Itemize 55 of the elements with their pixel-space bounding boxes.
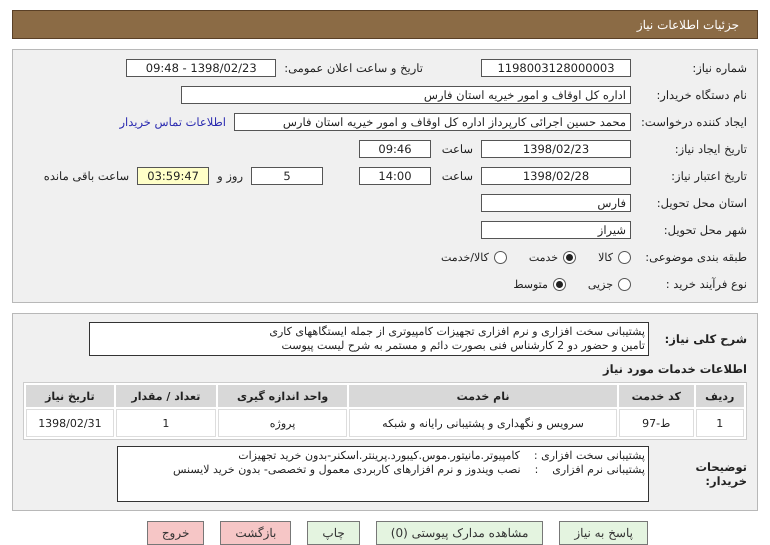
- table-cell: پروژه: [218, 409, 348, 437]
- action-button[interactable]: خروج: [146, 521, 204, 545]
- city-field: شیراز: [481, 221, 631, 239]
- description-box: پشتیبانی سخت افزاری و نرم افزاری تجهیزات کامپیوتری از جمله ایستگاههای کاری تامین و حضور دو 2 کارشناس فنی بصورت دائم و مستمر به شرح لیست پیوست: [89, 322, 649, 356]
- radio-option[interactable]: جزیی: [588, 278, 631, 290]
- notes-box: پشتیبانی سخت افزاری : کامپیوتر.مانیتور.موس.کیبورد.پرینتر.اسکنر-بدون خرید تجهیزات پشتیبانی نرم افزاری : نصب ویندوز و نرم افزارهای کاربردی معمول و تخصصی- بدون خرید لایسنس: [117, 446, 649, 502]
- province-field: فارس: [481, 194, 631, 212]
- table-cell: 1: [116, 409, 216, 437]
- column-header: تاریخ نیاز: [26, 385, 114, 407]
- requester-field: محمد حسین اجرائی کارپرداز اداره کل اوقاف و امور خیریه استان فارس: [234, 113, 631, 131]
- action-button[interactable]: مشاهده مدارک پیوستی (0): [376, 521, 544, 545]
- field-label: ساعت: [440, 169, 473, 183]
- field-label: شرح کلی نیاز:: [664, 332, 747, 346]
- field-label: تاریخ اعتبار نیاز:: [670, 169, 747, 183]
- column-header: کد خدمت: [618, 385, 694, 407]
- field-label: روز و: [217, 169, 243, 183]
- radio-option[interactable]: کالا/خدمت: [441, 250, 507, 264]
- column-header: واحد اندازه گیری: [218, 385, 348, 407]
- radio-option[interactable]: کالا: [598, 250, 631, 264]
- remaining-time-field: 03:59:47: [137, 167, 210, 185]
- field-label: تاریخ و ساعت اعلان عمومی:: [284, 61, 423, 75]
- field-label: شماره نیاز:: [691, 61, 747, 75]
- action-button[interactable]: بازگشت: [220, 521, 292, 545]
- action-button[interactable]: چاپ: [307, 521, 360, 545]
- radio-option[interactable]: متوسط: [513, 278, 566, 290]
- date-field: 1398/02/28: [481, 167, 631, 185]
- field-label: توضیحات خریدار:: [694, 460, 747, 488]
- buyer-field: اداره کل اوقاف و امور خیریه استان فارس: [181, 86, 631, 104]
- days-field: 5: [251, 167, 323, 185]
- column-header: تعداد / مقدار: [116, 385, 216, 407]
- radio-option[interactable]: خدمت: [528, 250, 576, 264]
- field-label: طبقه بندی موضوعی:: [644, 250, 747, 264]
- field-label: ساعت: [440, 142, 473, 156]
- date-field: 1398/02/23: [481, 140, 631, 158]
- table-cell: ط-97: [618, 409, 694, 437]
- section-title: اطلاعات خدمات مورد نیاز: [602, 362, 747, 376]
- table-cell: 1: [696, 409, 744, 437]
- field-label: ایجاد کننده درخواست:: [640, 115, 747, 129]
- need-number-field: 1198003128000003: [481, 59, 631, 77]
- table-cell: 1398/02/31: [26, 409, 114, 437]
- action-button[interactable]: پاسخ به نیاز: [559, 521, 648, 545]
- time-field: 09:46: [359, 140, 431, 158]
- page-title: جزئیات اطلاعات نیاز: [12, 10, 758, 39]
- field-label: نوع فرآیند خرید :: [664, 277, 747, 291]
- field-label: تاریخ ایجاد نیاز:: [674, 142, 747, 156]
- column-header: ردیف: [696, 385, 744, 407]
- field-label: شهر محل تحویل:: [662, 223, 747, 237]
- field-label: استان محل تحویل:: [656, 196, 747, 210]
- contact-link[interactable]: اطلاعات تماس خریدار: [119, 115, 226, 129]
- field-label: ساعت باقی مانده: [44, 169, 130, 183]
- announce-date-field: 1398/02/23 - 09:48: [126, 59, 276, 77]
- column-header: نام خدمت: [349, 385, 617, 407]
- time-field: 14:00: [359, 167, 431, 185]
- field-label: نام دستگاه خریدار:: [655, 88, 747, 102]
- table-cell: سرویس و نگهداری و پشتیبانی رایانه و شبکه: [349, 409, 617, 437]
